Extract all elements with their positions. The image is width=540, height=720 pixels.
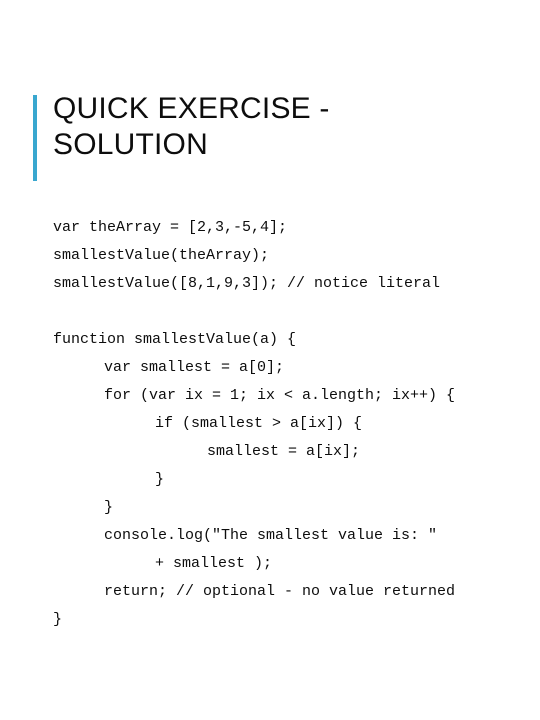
- code-line: if (smallest > a[ix]) {: [155, 415, 363, 432]
- code-line: }: [53, 611, 63, 628]
- code-block: var theArray = [2,3,-5,4]; smallestValue(…: [53, 214, 523, 634]
- code-line: var theArray = [2,3,-5,4];: [53, 219, 288, 236]
- code-line: smallest = a[ix];: [207, 443, 361, 460]
- code-line: }: [104, 499, 114, 516]
- code-line: return; // optional - no value returned: [104, 583, 456, 600]
- page-title: QUICK EXERCISE - SOLUTION: [53, 92, 330, 161]
- code-line: }: [155, 471, 165, 488]
- slide-title-block: QUICK EXERCISE - SOLUTION: [33, 92, 453, 181]
- title-accent-bar: [33, 95, 37, 181]
- code-line: function smallestValue(a) {: [53, 331, 297, 348]
- code-line: smallestValue([8,1,9,3]); // notice lite…: [53, 275, 441, 292]
- slide: QUICK EXERCISE - SOLUTION var theArray =…: [0, 0, 540, 720]
- code-line: for (var ix = 1; ix < a.length; ix++) {: [104, 387, 456, 404]
- code-line: console.log("The smallest value is: ": [104, 527, 438, 544]
- code-line: + smallest );: [155, 555, 273, 572]
- code-line: smallestValue(theArray);: [53, 247, 270, 264]
- code-line: var smallest = a[0];: [104, 359, 285, 376]
